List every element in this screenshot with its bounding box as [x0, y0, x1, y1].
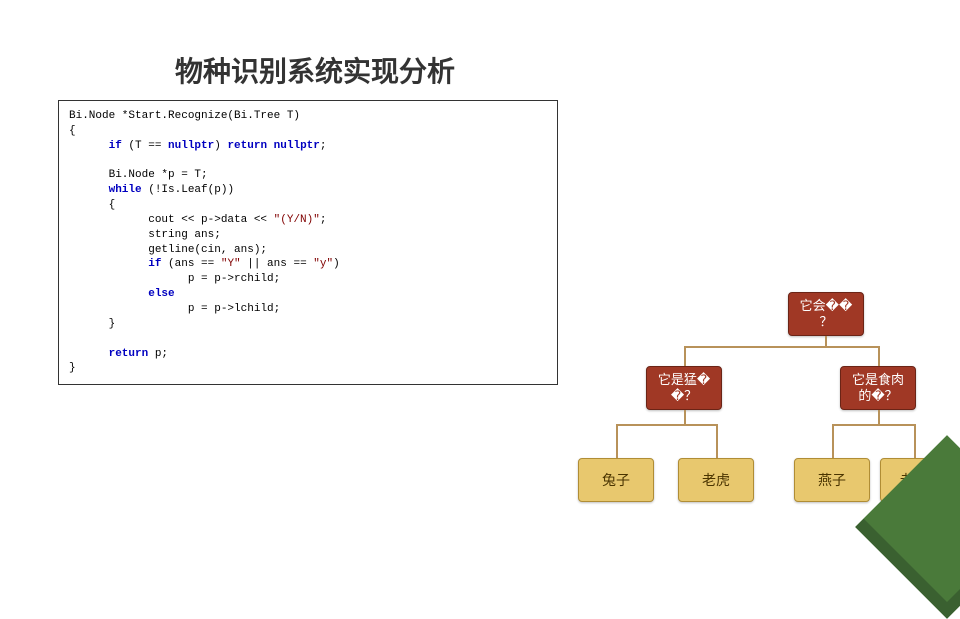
c11: }	[109, 318, 116, 330]
c3c: {	[109, 199, 116, 211]
code-close: }	[69, 362, 76, 374]
conn	[914, 424, 916, 458]
kw-else: else	[148, 288, 174, 300]
str1: "(Y/N)"	[274, 214, 320, 226]
c7f: )	[333, 258, 340, 270]
leaf-2: 老虎	[678, 458, 754, 502]
title-bold: 物种识别系统实现分析	[175, 56, 455, 87]
conn	[616, 424, 618, 458]
c10: p = p->lchild;	[188, 303, 280, 315]
kw-while: while	[109, 184, 142, 196]
str3: "y"	[313, 258, 333, 270]
conn	[825, 336, 827, 346]
left-text: 它是猛� �？	[658, 372, 710, 403]
code-open: {	[69, 125, 76, 137]
str2: "Y"	[221, 258, 241, 270]
c3b: (!Is.Leaf(p))	[142, 184, 234, 196]
tree-root: 它会�� ？	[788, 292, 864, 336]
right-text: 它是食肉 的�？	[852, 372, 904, 403]
conn	[878, 346, 880, 366]
conn	[684, 346, 880, 348]
c8: p = p->rchild;	[188, 273, 280, 285]
page-title: 物种识别系统实现分析	[175, 50, 455, 90]
kw-nullptr2: nullptr	[267, 140, 320, 152]
c7d: || ans ==	[241, 258, 314, 270]
kw-return: return	[227, 140, 267, 152]
conn	[832, 424, 914, 426]
leaf2-text: 老虎	[702, 472, 730, 489]
kw-return2: return	[109, 348, 149, 360]
root-text: 它会�� ？	[800, 298, 853, 329]
leaf1-text: 兔子	[602, 472, 630, 489]
conn	[716, 424, 718, 458]
kw-nullptr: nullptr	[168, 140, 214, 152]
c2: Bi.Node *p = T;	[109, 169, 208, 181]
tree-left: 它是猛� �？	[646, 366, 722, 410]
conn	[684, 410, 686, 424]
c1g: ;	[320, 140, 327, 152]
conn	[832, 424, 834, 458]
c1d: )	[214, 140, 227, 152]
code-block: Bi.Node *Start.Recognize(Bi.Tree T) { if…	[58, 100, 558, 385]
leaf-1: 兔子	[578, 458, 654, 502]
c1b: (T ==	[122, 140, 168, 152]
code-sig: Bi.Node *Start.Recognize(Bi.Tree T)	[69, 110, 300, 122]
conn	[616, 424, 716, 426]
c4a: cout << p->data <<	[148, 214, 273, 226]
c6: getline(cin, ans);	[148, 244, 267, 256]
kw-if: if	[109, 140, 122, 152]
leaf-3: 燕子	[794, 458, 870, 502]
conn	[878, 410, 880, 424]
leaf3-text: 燕子	[818, 472, 846, 489]
kw-if2: if	[148, 258, 161, 270]
tree-right: 它是食肉 的�？	[840, 366, 916, 410]
c7b: (ans ==	[161, 258, 220, 270]
conn	[684, 346, 686, 366]
c5: string ans;	[148, 229, 221, 241]
c12b: p;	[148, 348, 168, 360]
c4c: ;	[320, 214, 327, 226]
